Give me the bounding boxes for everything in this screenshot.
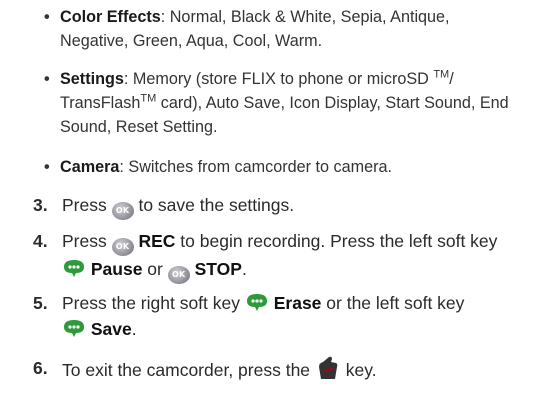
ok-button-icon: OK [111,202,134,220]
end-key-icon [318,356,338,379]
step-4: 4. Press OK REC to begin recording. Pres… [33,228,528,284]
bullet-title: Settings [60,70,124,88]
left-softkey-icon [64,260,84,277]
bullet-color-effects: • Color Effects: Normal, Black & White, … [44,8,450,50]
bullet-settings: • Settings: Memory (store FLIX to phone … [44,68,509,136]
ok-button-icon: OK [111,238,134,256]
right-softkey-icon [246,294,267,311]
step-number: 5. [33,293,48,313]
step-number: 6. [33,358,48,378]
bullet-title: Camera [60,158,120,176]
ok-button-icon: OK [167,266,190,284]
step-6: 6. To exit the camcorder, press the key. [33,355,528,383]
bullet-camera: • Camera: Switches from camcorder to cam… [44,158,392,176]
step-number: 3. [33,195,48,215]
left-softkey-icon [64,320,84,337]
bullet-title: Color Effects [60,8,161,26]
step-number: 4. [33,231,48,251]
manual-page: • Color Effects: Normal, Black & White, … [0,0,534,401]
step-3: 3. Press OK to save the settings. [33,192,528,220]
step-5: 5. Press the right soft key Erase or the… [33,290,528,342]
